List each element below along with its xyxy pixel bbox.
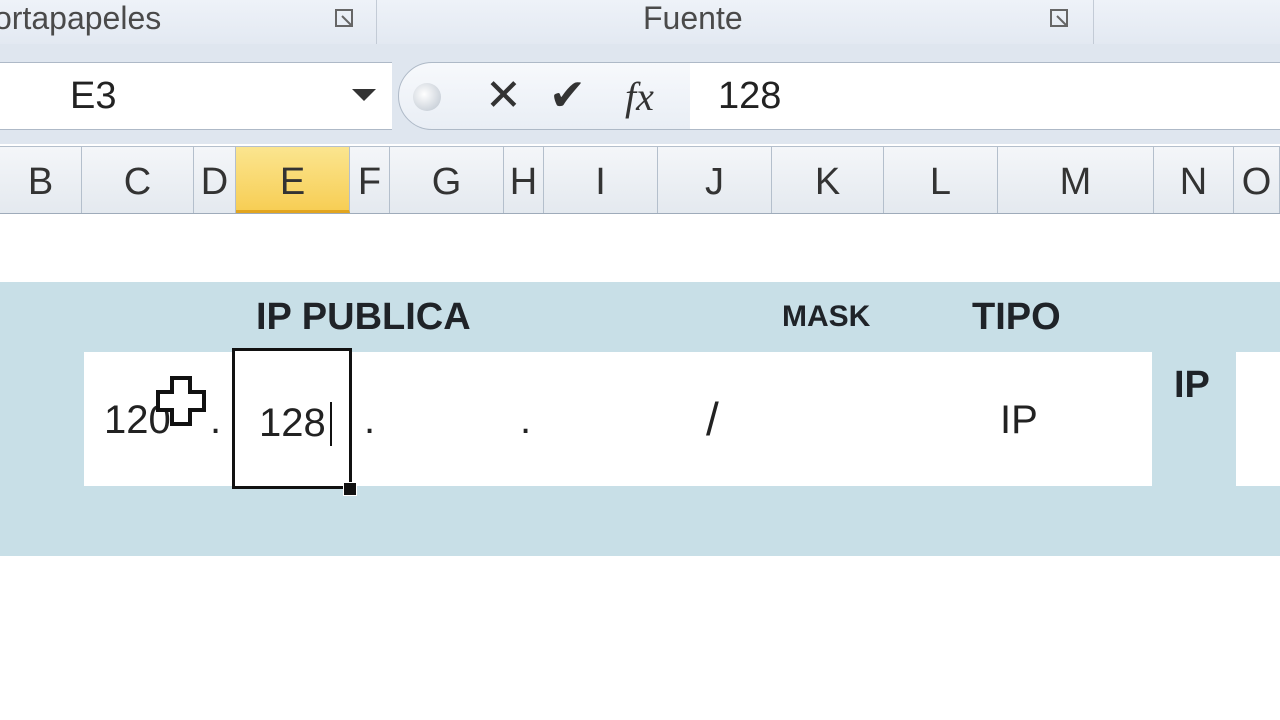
column-header-k[interactable]: K [772, 147, 884, 213]
input-row-right [1236, 352, 1280, 486]
fill-handle[interactable] [343, 482, 357, 496]
cell-j3-slash[interactable]: / [706, 392, 719, 446]
column-header-i[interactable]: I [544, 147, 658, 213]
column-header-o[interactable]: O [1234, 147, 1280, 213]
text-caret [330, 402, 332, 446]
column-header-d[interactable]: D [194, 147, 236, 213]
ribbon-group-label: Fuente [643, 0, 743, 36]
cancel-icon[interactable]: ✕ [485, 71, 522, 121]
column-header-j[interactable]: J [658, 147, 772, 213]
column-header-b[interactable]: B [0, 147, 82, 213]
ribbon: ortapapeles Fuente [0, 0, 1280, 45]
column-header-n[interactable]: N [1154, 147, 1234, 213]
dialog-launcher-icon[interactable] [1049, 8, 1071, 30]
cell-l3-tipo[interactable]: IP [1000, 398, 1038, 443]
name-box-value[interactable]: E3 [70, 75, 116, 118]
name-box[interactable]: E3 [0, 62, 392, 130]
cell-f3-dot[interactable]: . [364, 398, 375, 443]
function-icon[interactable]: fx [625, 73, 654, 121]
column-header-l[interactable]: L [884, 147, 998, 213]
header-tipo: TIPO [972, 296, 1061, 338]
dropdown-arrow-icon[interactable] [352, 89, 376, 101]
active-cell-value[interactable]: 128 [259, 401, 326, 446]
ribbon-group-label: ortapapeles [0, 0, 162, 36]
column-header-h[interactable]: H [504, 147, 544, 213]
ribbon-group-font: Fuente [377, 0, 1094, 44]
cell-h3-dot[interactable]: . [520, 398, 531, 443]
resize-grip-icon[interactable] [413, 83, 441, 111]
column-header-g[interactable]: G [390, 147, 504, 213]
formula-input[interactable]: 128 [690, 62, 1280, 130]
formula-buttons: ✕ ✔ fx [398, 62, 692, 130]
active-cell-e3[interactable]: 128 [232, 348, 352, 489]
formula-content[interactable]: 128 [718, 75, 781, 118]
ribbon-group-clipboard: ortapapeles [0, 0, 377, 44]
column-header-f[interactable]: F [350, 147, 390, 213]
enter-icon[interactable]: ✔ [549, 71, 586, 121]
dialog-launcher-icon[interactable] [334, 8, 356, 30]
label-ip-right: IP [1174, 364, 1210, 406]
cell-d3-dot[interactable]: . [210, 398, 221, 443]
header-ip-publica: IP PUBLICA [256, 296, 471, 338]
cross-cursor-icon [156, 376, 206, 426]
column-headers: B C D E F G H I J K L M N O [0, 146, 1280, 214]
column-header-c[interactable]: C [82, 147, 194, 213]
column-header-e[interactable]: E [236, 147, 350, 213]
header-mask: MASK [782, 300, 871, 333]
column-header-m[interactable]: M [998, 147, 1154, 213]
